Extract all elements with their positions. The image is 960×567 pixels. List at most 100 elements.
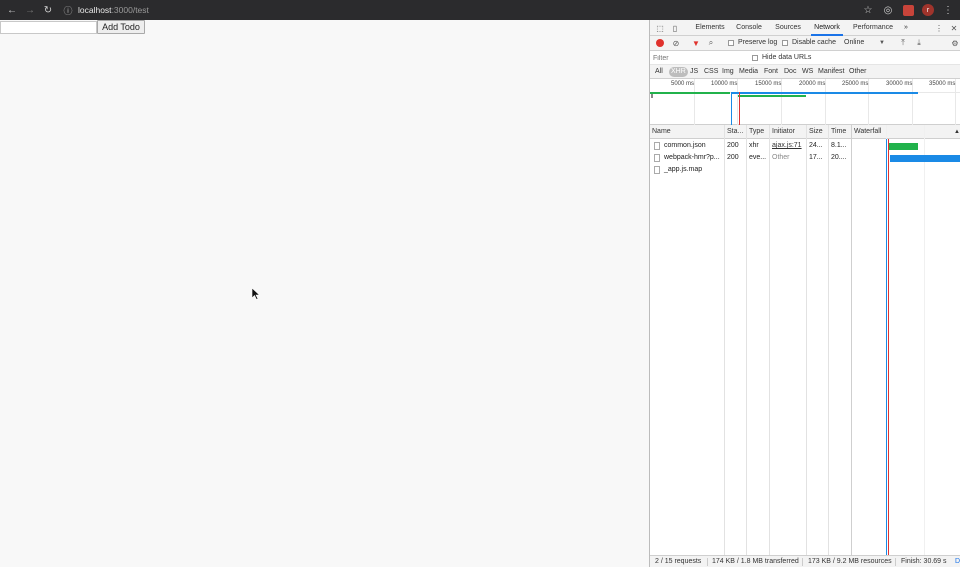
more-tabs-chevron[interactable]: »	[901, 20, 911, 36]
type-filter-css[interactable]: CSS	[702, 67, 720, 77]
request-status: 200	[727, 154, 739, 161]
filter-input[interactable]	[653, 53, 745, 63]
tab-console[interactable]: Console	[734, 20, 764, 36]
request-type: eve...	[749, 154, 767, 161]
preserve-log-label: Preserve log	[738, 39, 778, 46]
export-har-icon[interactable]: ⤓	[914, 38, 924, 48]
type-filter-manifest[interactable]: Manifest	[816, 67, 846, 77]
type-filter-other[interactable]: Other	[847, 67, 869, 77]
browser-toolbar: ← → ↻ ⓘ localhost:3000/test ☆ ◎ r ⋮	[0, 0, 960, 20]
info-icon[interactable]: ⓘ	[62, 4, 74, 16]
status-divider	[707, 558, 708, 566]
clear-icon[interactable]: ⊘	[671, 38, 681, 48]
overview-load-marker	[739, 92, 740, 125]
column-divider	[769, 125, 770, 555]
hide-data-urls-label: Hide data URLs	[762, 54, 812, 61]
type-filter-js[interactable]: JS	[688, 67, 700, 77]
overview-bar-green-2	[738, 95, 806, 97]
overview-tick-label: 20000 ms	[799, 81, 826, 87]
request-row[interactable]: _app.js.map	[650, 164, 960, 176]
filter-icon[interactable]: ▼	[691, 38, 701, 48]
load-marker	[888, 139, 889, 555]
mouse-cursor-icon	[252, 288, 260, 300]
request-row[interactable]: common.json 200 xhr ajax.js:71 24... 8.1…	[650, 140, 960, 152]
forward-arrow-icon[interactable]: →	[23, 3, 37, 17]
request-type: xhr	[749, 142, 759, 149]
column-header-size[interactable]: Size	[807, 125, 828, 139]
page-viewport: Add Todo	[0, 20, 649, 567]
request-status: 200	[727, 142, 739, 149]
inspect-element-icon[interactable]: ⬚	[655, 23, 665, 33]
type-filter-img[interactable]: Img	[720, 67, 736, 77]
type-filter-media[interactable]: Media	[737, 67, 760, 77]
close-devtools-icon[interactable]: ✕	[949, 23, 959, 33]
request-size: 17...	[809, 154, 823, 161]
column-header-initiator[interactable]: Initiator	[770, 125, 806, 139]
network-overview-timeline[interactable]: 5000 ms 10000 ms 15000 ms 20000 ms 25000…	[650, 79, 960, 125]
device-toolbar-icon[interactable]: ▯	[670, 23, 680, 33]
reload-icon[interactable]: ↻	[41, 3, 55, 17]
column-divider	[828, 125, 829, 555]
extension-red-icon[interactable]	[900, 3, 916, 17]
request-time: 8.1...	[831, 142, 847, 149]
column-divider	[746, 125, 747, 555]
overview-tick-label: 30000 ms	[886, 81, 913, 87]
settings-gear-icon[interactable]: ⚙	[950, 38, 960, 48]
waterfall-bar	[890, 155, 960, 162]
status-finish: Finish: 30.69 s	[901, 558, 947, 565]
column-divider	[724, 125, 725, 555]
add-todo-button[interactable]: Add Todo	[97, 20, 145, 34]
url-host: localhost	[78, 5, 112, 15]
overview-tick-label: 15000 ms	[755, 81, 782, 87]
request-time: 20....	[831, 154, 847, 161]
profile-avatar[interactable]: r	[920, 3, 936, 17]
menu-kebab-icon[interactable]: ⋮	[940, 3, 956, 17]
address-bar[interactable]: ⓘ localhost:3000/test	[62, 2, 862, 18]
resource-type-filter: All XHR JS CSS Img Media Font Doc WS Man…	[650, 65, 960, 79]
status-divider	[802, 558, 803, 566]
column-header-waterfall[interactable]: Waterfall	[852, 125, 952, 139]
request-row[interactable]: webpack-hmr?p... 200 eve... Other 17... …	[650, 152, 960, 164]
network-toolbar: ⊘ ▼ ⌕ Preserve log Disable cache Online …	[650, 36, 960, 51]
status-divider	[895, 558, 896, 566]
extension-icon[interactable]: ◎	[880, 3, 896, 17]
status-resources: 173 KB / 9.2 MB resources	[808, 558, 892, 565]
record-icon[interactable]	[656, 39, 664, 47]
type-filter-xhr[interactable]: XHR	[669, 67, 688, 77]
disable-cache-label: Disable cache	[792, 39, 836, 46]
url-path: :3000/test	[111, 5, 149, 15]
search-icon[interactable]: ⌕	[706, 38, 716, 48]
filter-bar: Hide data URLs	[650, 51, 960, 65]
status-transferred: 174 KB / 1.8 MB transferred	[712, 558, 799, 565]
disable-cache-checkbox[interactable]	[782, 40, 788, 46]
star-icon[interactable]: ☆	[860, 3, 876, 17]
overview-tick-label: 35000 ms	[929, 81, 956, 87]
devtools-menu-icon[interactable]: ⋮	[934, 23, 944, 33]
tab-network[interactable]: Network	[811, 20, 843, 36]
devtools-panel: ⬚ ▯ Elements Console Sources Network Per…	[649, 20, 960, 567]
type-filter-font[interactable]: Font	[762, 67, 780, 77]
column-header-type[interactable]: Type	[747, 125, 769, 139]
request-size: 24...	[809, 142, 823, 149]
sort-ascending-icon[interactable]: ▲	[952, 125, 960, 139]
overview-bar-green	[650, 92, 730, 94]
todo-input[interactable]	[0, 21, 97, 34]
type-filter-ws[interactable]: WS	[800, 67, 815, 77]
overview-tick-label: 10000 ms	[711, 81, 738, 87]
chevron-down-icon: ▼	[879, 40, 885, 46]
network-table-header: Name Sta... Type Initiator Size Time Wat…	[650, 125, 960, 139]
type-filter-all[interactable]: All	[653, 67, 665, 77]
column-header-status[interactable]: Sta...	[725, 125, 746, 139]
status-domcontentloaded: D	[955, 558, 960, 565]
column-header-name[interactable]: Name	[650, 125, 724, 139]
tab-sources[interactable]: Sources	[773, 20, 803, 36]
column-header-time[interactable]: Time	[829, 125, 851, 139]
type-filter-doc[interactable]: Doc	[782, 67, 798, 77]
back-arrow-icon[interactable]: ←	[5, 3, 19, 17]
request-initiator-link[interactable]: ajax.js:71	[770, 140, 806, 152]
tab-performance[interactable]: Performance	[851, 20, 895, 36]
import-har-icon[interactable]: ⤒	[898, 38, 908, 48]
tab-elements[interactable]: Elements	[694, 20, 726, 36]
hide-data-urls-checkbox[interactable]	[752, 55, 758, 61]
preserve-log-checkbox[interactable]	[728, 40, 734, 46]
